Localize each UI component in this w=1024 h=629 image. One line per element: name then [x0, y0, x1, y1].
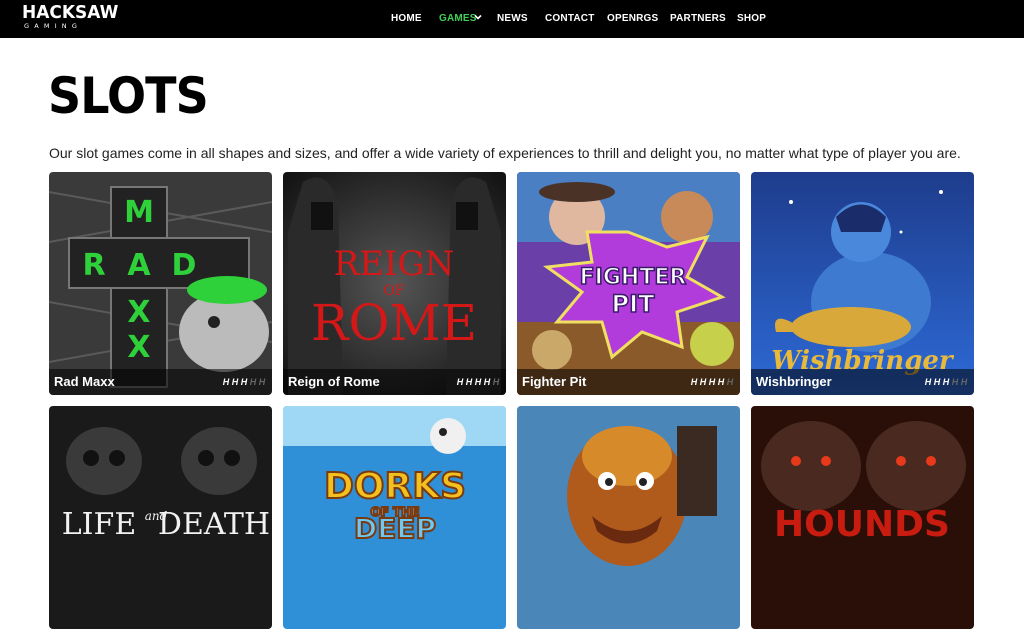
- volatility-rating: HHHHH: [690, 377, 734, 388]
- rating-h-icon: H: [258, 377, 266, 387]
- top-navigation-bar: HACKSAW GAMING HOME GAMES NEWS CONTACT O…: [0, 0, 1024, 38]
- rating-h-icon: H: [231, 377, 239, 387]
- rating-h-icon: H: [699, 377, 707, 387]
- art-letter: X: [127, 330, 150, 365]
- nav-news[interactable]: NEWS: [497, 13, 528, 24]
- rating-h-icon: H: [465, 377, 473, 387]
- rating-h-icon: H: [960, 377, 968, 387]
- game-card-wishbringer[interactable]: Wishbringer Wishbringer HHHHH: [751, 172, 974, 395]
- game-card-life-and-death[interactable]: LIFE and DEATH: [49, 406, 272, 629]
- reign-of-rome-artwork: REIGN OF ROME: [283, 172, 506, 395]
- life-and-death-artwork: LIFE and DEATH: [49, 406, 272, 629]
- art-title-line: DORKS: [324, 466, 466, 507]
- art-letter: R: [82, 248, 105, 283]
- nav-shop[interactable]: SHOP: [737, 13, 766, 24]
- game-card-dorks-of-the-deep[interactable]: DORKS OF THE DEEP: [283, 406, 506, 629]
- art-title-line: DEEP: [354, 512, 436, 545]
- rating-h-icon: H: [690, 377, 698, 387]
- rating-h-icon: H: [492, 377, 500, 387]
- game-name: Wishbringer: [756, 374, 832, 389]
- nav-partners[interactable]: PARTNERS: [670, 13, 726, 24]
- rad-maxx-artwork: M R A D X X: [49, 172, 272, 395]
- main-nav: HOME GAMES NEWS CONTACT OPENRGS PARTNERS…: [0, 0, 1024, 38]
- volatility-rating: HHHHH: [456, 377, 500, 388]
- nav-home[interactable]: HOME: [391, 13, 422, 24]
- art-letter: M: [124, 195, 154, 230]
- volatility-rating: HHHHH: [924, 377, 968, 388]
- page-description: Our slot games come in all shapes and si…: [49, 145, 961, 161]
- rating-h-icon: H: [933, 377, 941, 387]
- art-title-line: REIGN: [334, 244, 455, 284]
- rating-h-icon: H: [951, 377, 959, 387]
- rating-h-icon: H: [942, 377, 950, 387]
- art-title-line: LIFE: [62, 507, 137, 542]
- art-title-line: HOUNDS: [774, 504, 950, 545]
- wishbringer-artwork: Wishbringer: [751, 172, 974, 395]
- volatility-rating: HHHHH: [222, 377, 266, 388]
- game-card-viking-warrior[interactable]: [517, 406, 740, 629]
- chevron-down-icon[interactable]: [473, 12, 483, 22]
- rating-h-icon: H: [240, 377, 248, 387]
- game-name: Rad Maxx: [54, 374, 115, 389]
- rating-h-icon: H: [924, 377, 932, 387]
- game-card-hounds[interactable]: HOUNDS: [751, 406, 974, 629]
- rating-h-icon: H: [717, 377, 725, 387]
- art-title-line: PIT: [612, 290, 656, 318]
- game-card-fighter-pit[interactable]: FIGHTER PIT Fighter Pit HHHHH: [517, 172, 740, 395]
- rating-h-icon: H: [456, 377, 464, 387]
- art-letter: A: [127, 248, 151, 283]
- hounds-artwork: HOUNDS: [751, 406, 974, 629]
- art-letter: X: [127, 295, 150, 330]
- game-name: Reign of Rome: [288, 374, 380, 389]
- nav-contact[interactable]: CONTACT: [545, 13, 595, 24]
- dorks-of-the-deep-artwork: DORKS OF THE DEEP: [283, 406, 506, 629]
- rating-h-icon: H: [726, 377, 734, 387]
- art-title-line: ROME: [311, 294, 477, 352]
- art-title-line: FIGHTER: [580, 265, 687, 290]
- viking-warrior-artwork: [517, 406, 740, 629]
- nav-openrgs[interactable]: OPENRGS: [607, 13, 658, 24]
- rating-h-icon: H: [474, 377, 482, 387]
- fighter-pit-artwork: FIGHTER PIT: [517, 172, 740, 395]
- page-title: SLOTS: [48, 67, 209, 125]
- rating-h-icon: H: [222, 377, 230, 387]
- game-name: Fighter Pit: [522, 374, 587, 389]
- rating-h-icon: H: [483, 377, 491, 387]
- art-title-line: DEATH: [158, 507, 270, 542]
- rating-h-icon: H: [249, 377, 257, 387]
- game-card-rad-maxx[interactable]: M R A D X X Rad Maxx HHHHH: [49, 172, 272, 395]
- nav-games[interactable]: GAMES: [439, 13, 477, 24]
- game-card-reign-of-rome[interactable]: REIGN OF ROME Reign of Rome HHHHH: [283, 172, 506, 395]
- art-letter: D: [172, 248, 197, 283]
- rating-h-icon: H: [708, 377, 716, 387]
